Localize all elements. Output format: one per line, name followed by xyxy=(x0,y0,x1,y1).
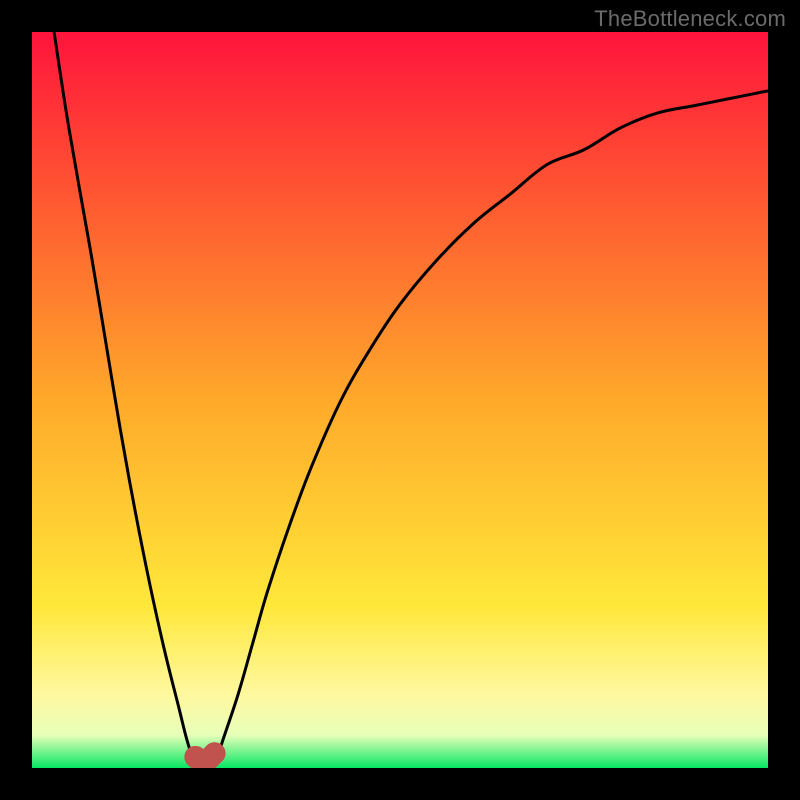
gradient-background xyxy=(32,32,768,768)
chart-frame: TheBottleneck.com xyxy=(0,0,800,800)
watermark-text: TheBottleneck.com xyxy=(594,6,786,32)
marker-min-right xyxy=(204,742,226,764)
plot-area xyxy=(32,32,768,768)
plot-svg xyxy=(32,32,768,768)
